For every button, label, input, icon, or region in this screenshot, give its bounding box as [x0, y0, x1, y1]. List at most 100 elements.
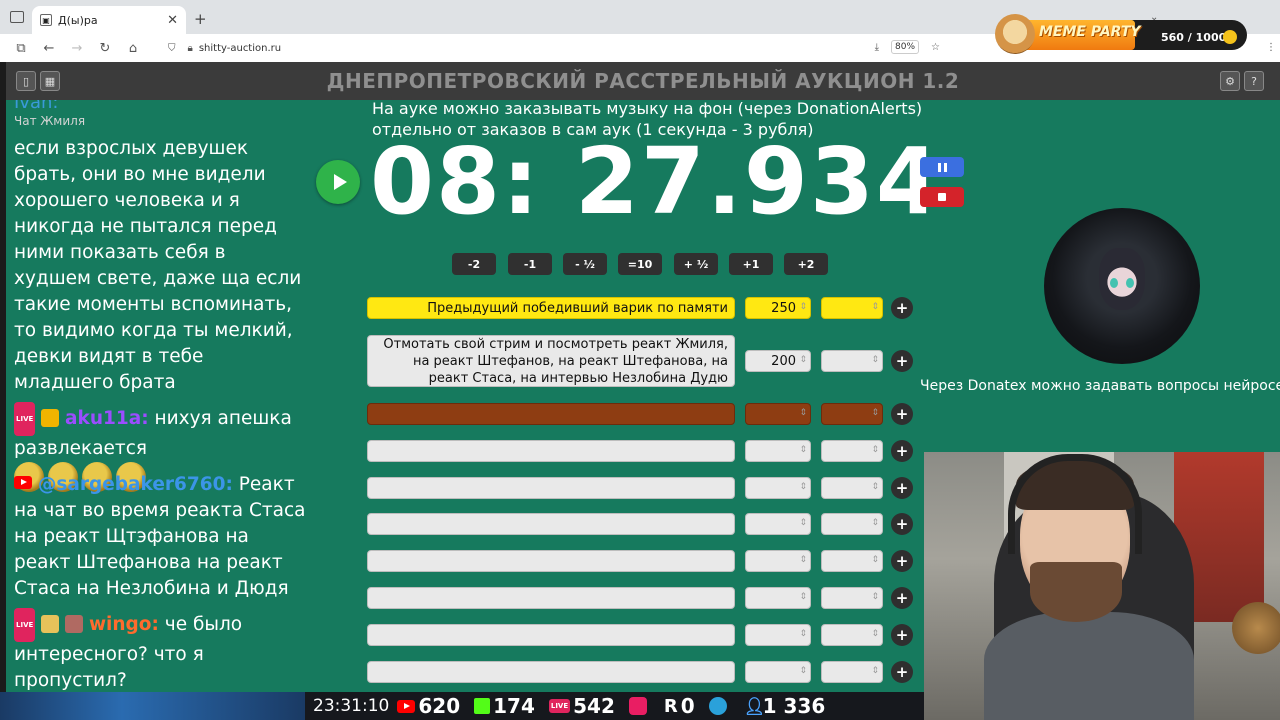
lot-name-field[interactable]: Предыдущий победивший варик по памяти [367, 297, 735, 319]
add-to-lot-button[interactable]: + [891, 477, 913, 499]
headset-icon [1008, 454, 1142, 554]
lot-name-field[interactable] [367, 403, 735, 425]
coin-icon [1223, 30, 1237, 44]
lot-amount-field[interactable] [745, 477, 811, 499]
collections-icon[interactable]: ⧉ [14, 41, 28, 56]
lot-extra-field[interactable] [821, 587, 883, 609]
reload-icon[interactable]: ↻ [98, 41, 112, 56]
chat-nick: wingo: [88, 614, 159, 635]
home-icon[interactable]: ⌂ [126, 41, 140, 56]
lot-name-field[interactable]: Отмотать свой стрим и посмотреть реакт Ж… [367, 335, 735, 387]
webcam-feed [924, 452, 1280, 720]
lot-name-field[interactable] [367, 550, 735, 572]
lot-name-field[interactable] [367, 661, 735, 683]
beer-badge-icon [41, 615, 60, 633]
lot-amount-field[interactable] [745, 440, 811, 462]
play-button[interactable] [316, 160, 360, 204]
lot-amount-field[interactable]: 200 [745, 350, 811, 372]
add-to-lot-button[interactable]: + [891, 587, 913, 609]
badge-icon [41, 409, 60, 427]
auction-timer: 08: 27.934 [370, 128, 942, 235]
settings-icon[interactable]: ⚙ [1220, 71, 1240, 91]
help-icon[interactable]: ? [1244, 71, 1264, 91]
lot-extra-field[interactable] [821, 440, 883, 462]
rutube-count: 0 [680, 694, 695, 718]
lot-extra-field[interactable] [821, 403, 883, 425]
tab-close-icon[interactable]: ✕ [167, 13, 178, 28]
app-header: ▯ ▦ ДНЕПРОПЕТРОВСКИЙ РАССТРЕЛЬНЫЙ АУКЦИО… [6, 62, 1280, 100]
timer-adjust-button[interactable]: +2 [784, 253, 828, 275]
add-to-lot-button[interactable]: + [891, 661, 913, 683]
chat-panel: Ivan: Чат Жмиля если взрослых девушек бр… [6, 100, 311, 690]
lot-amount-field[interactable] [745, 513, 811, 535]
donatex-text: Через Donatex можно задавать вопросы ней… [920, 378, 1280, 394]
lot-extra-field[interactable] [821, 661, 883, 683]
new-tab-button[interactable]: + [194, 10, 207, 28]
lot-amount-field[interactable] [745, 403, 811, 425]
add-to-lot-button[interactable]: + [891, 440, 913, 462]
lot-amount-field[interactable] [745, 661, 811, 683]
lot-amount-field[interactable]: 250 [745, 297, 811, 319]
download-icon[interactable]: ⤓ [875, 42, 879, 53]
timer-adjust-button[interactable]: -2 [452, 253, 496, 275]
add-to-lot-button[interactable]: + [891, 297, 913, 319]
add-to-lot-button[interactable]: + [891, 513, 913, 535]
back-icon[interactable]: ← [42, 41, 56, 56]
lot-amount-field[interactable] [745, 550, 811, 572]
lot-name-field[interactable] [367, 440, 735, 462]
live-badge-icon: LIVE [14, 402, 36, 436]
lot-name-field[interactable] [367, 513, 735, 535]
lot-amount-field[interactable] [745, 624, 811, 646]
bookmark-star-icon[interactable]: ☆ [931, 42, 940, 53]
timer-adjust-button[interactable]: =10 [618, 253, 662, 275]
meme-title: MEME PARTY [1039, 24, 1141, 40]
url-text[interactable]: shitty-auction.ru [199, 43, 281, 54]
lot-name-field[interactable] [367, 587, 735, 609]
telegram-stat [708, 697, 730, 715]
chat-message-text: если взрослых девушек брать, они во мне … [14, 138, 302, 393]
youtube-icon [397, 699, 416, 713]
timer-adjust-button[interactable]: - ½ [563, 253, 607, 275]
add-to-lot-button[interactable]: + [891, 550, 913, 572]
lot-extra-field[interactable] [821, 550, 883, 572]
stats-strip: 23:31:10 620 174 LIVE 542 R0 👤︎ 1 336 [305, 692, 924, 720]
address-bar[interactable]: ⛉ 🔒︎ shitty-auction.ru [162, 43, 281, 54]
pause-button[interactable] [920, 157, 964, 177]
add-to-lot-button[interactable]: + [891, 624, 913, 646]
lot-name-field[interactable] [367, 477, 735, 499]
twitch-icon [628, 697, 647, 715]
lot-amount-field[interactable] [745, 587, 811, 609]
add-to-lot-button[interactable]: + [891, 350, 913, 372]
timer-adjust-button[interactable]: -1 [508, 253, 552, 275]
browser-tab[interactable]: ▣ Д(ы)ра ✕ [32, 6, 186, 34]
youtube-icon [14, 476, 32, 489]
chat-message: если взрослых девушек брать, они во мне … [14, 136, 306, 396]
timer-adjust-button[interactable]: + ½ [674, 253, 718, 275]
add-to-lot-button[interactable]: + [891, 403, 913, 425]
chat-partial-nick: Ivan: [14, 100, 59, 113]
more-icon[interactable]: ⋮ [1266, 42, 1276, 53]
chat-nick: @sargebaker6760: [37, 474, 233, 495]
shield-icon[interactable]: ⛉ [168, 43, 176, 54]
lot-extra-field[interactable] [821, 513, 883, 535]
lot-extra-field[interactable] [821, 624, 883, 646]
telegram-icon [708, 697, 727, 715]
lock-icon[interactable]: 🔒︎ [188, 43, 193, 54]
zoom-indicator[interactable]: 80% [891, 40, 920, 54]
forward-icon[interactable]: → [70, 41, 84, 56]
avatar-face [1099, 248, 1145, 310]
lot-extra-field[interactable] [821, 477, 883, 499]
rutube-icon: R [663, 695, 678, 717]
chat-message: LIVE wingo: че было интересного? что я п… [14, 608, 306, 690]
webcam-person-beard [1030, 562, 1122, 622]
tab-list-icon[interactable] [10, 11, 24, 23]
stop-button[interactable] [920, 187, 964, 207]
lot-name-field[interactable] [367, 624, 735, 646]
nav-right-tools: ⤓ 80% ☆ [875, 40, 940, 54]
lot-extra-field[interactable] [821, 350, 883, 372]
lot-extra-field[interactable] [821, 297, 883, 319]
vk-stat: LIVE 542 [548, 694, 615, 718]
timer-adjust-button[interactable]: +1 [729, 253, 773, 275]
chevron-down-icon[interactable]: ⌄ [1150, 12, 1158, 23]
tab-title: Д(ы)ра [58, 13, 98, 27]
